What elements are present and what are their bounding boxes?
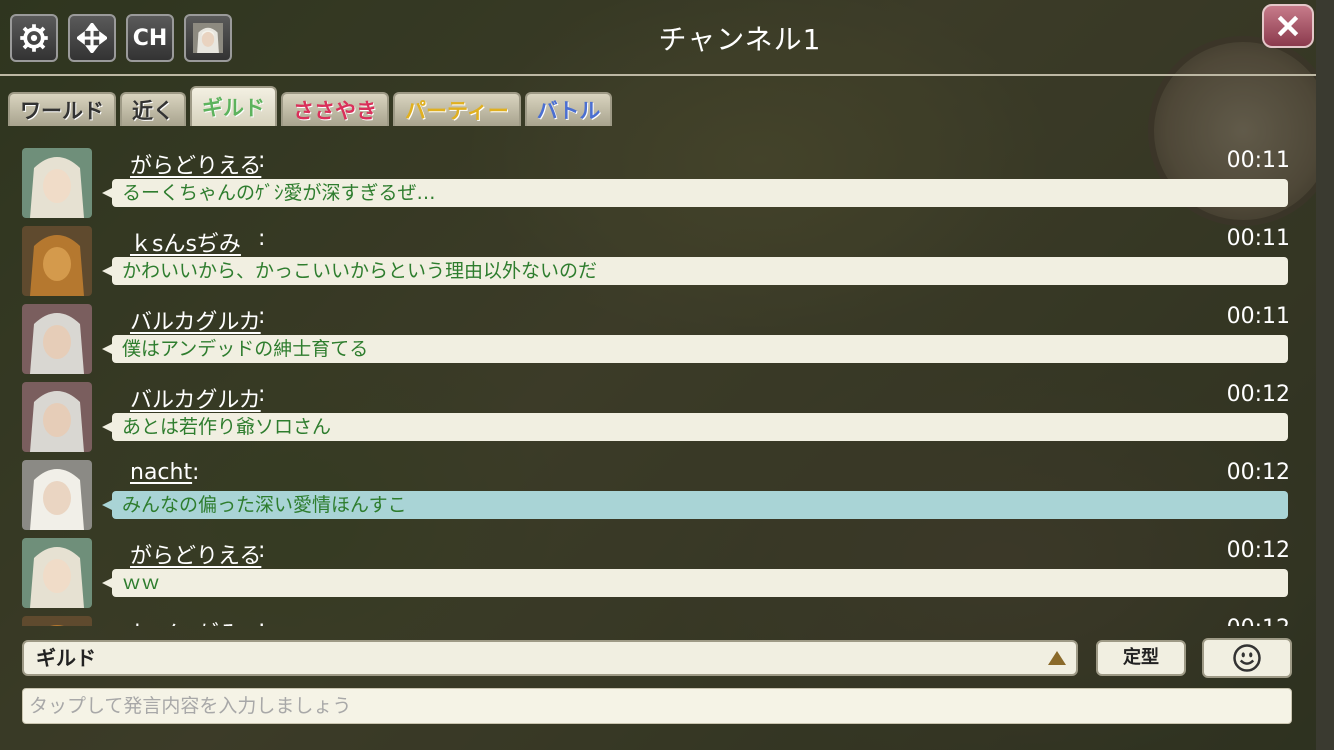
bubble-tail (102, 500, 112, 510)
bubble-tail (102, 188, 112, 198)
name-colon: : (258, 226, 266, 251)
channel-title: チャンネル1 (658, 23, 822, 56)
name-colon: : (258, 382, 266, 407)
sender-name[interactable]: ｋsんsぢみ (130, 616, 241, 626)
timestamp: 00:12 (1226, 538, 1290, 563)
tab-label: パーティー (405, 99, 509, 123)
message-text: みんなの偏った深い愛情ほんすこ (112, 491, 1288, 519)
tab-label: ワールド (20, 99, 104, 123)
bubble-tail (102, 266, 112, 276)
close-icon (1277, 15, 1299, 37)
message-text: 僕はアンデッドの紳士育てる (112, 335, 1288, 363)
tab-party[interactable]: パーティー (393, 92, 521, 126)
message-text: あとは若作り爺ソロさん (112, 413, 1288, 441)
smiley-icon (1233, 644, 1261, 672)
gear-icon (20, 24, 48, 52)
message-input[interactable] (22, 688, 1292, 724)
chat-tabs: ワールド 近く ギルド ささやき パーティー バトル (8, 86, 613, 128)
avatar (193, 23, 223, 53)
tab-label: 近く (132, 99, 174, 123)
avatar[interactable] (22, 616, 92, 626)
tab-label: バトル (536, 99, 601, 123)
chat-input-area: ギルド 定型 (0, 630, 1316, 750)
move-button[interactable] (68, 14, 116, 62)
chat-message: バルカグルカ : 00:12 あとは若作り爺ソロさん (0, 380, 1316, 458)
avatar[interactable] (22, 460, 92, 530)
preset-phrase-button[interactable]: 定型 (1096, 640, 1186, 676)
avatar[interactable] (22, 538, 92, 608)
name-colon: : (192, 460, 200, 485)
sender-name[interactable]: がらどりえる (130, 538, 261, 570)
timestamp: 00:12 (1226, 382, 1290, 407)
message-text: かわいいから、かっこいいからという理由以外ないのだ (112, 257, 1288, 285)
close-button[interactable] (1262, 4, 1314, 48)
channel-select-value: ギルド (36, 646, 96, 670)
tab-nearby[interactable]: 近く (120, 92, 186, 126)
channel-button[interactable]: CH (126, 14, 174, 62)
right-edge (1316, 0, 1334, 750)
chat-message: がらどりえる : 00:11 るーくちゃんのｹﾞｼ愛が深すぎるぜ… (0, 146, 1316, 224)
channel-select[interactable]: ギルド (22, 640, 1078, 676)
timestamp: 00:11 (1226, 304, 1290, 329)
header-divider (0, 74, 1316, 76)
sender-name[interactable]: バルカグルカ (130, 382, 261, 414)
move-icon (77, 23, 107, 53)
avatar[interactable] (22, 148, 92, 218)
timestamp: 00:11 (1226, 226, 1290, 251)
ch-icon: CH (132, 25, 168, 51)
tab-battle[interactable]: バトル (524, 92, 613, 126)
sender-name[interactable]: バルカグルカ (130, 304, 261, 336)
chat-message: ｋsんsぢみ : 00:11 かわいいから、かっこいいからという理由以外ないのだ (0, 224, 1316, 302)
avatar[interactable] (22, 382, 92, 452)
sender-name[interactable]: がらどりえる (130, 148, 261, 180)
sender-name[interactable]: nacht (130, 460, 192, 485)
bubble-tail (102, 422, 112, 432)
bubble-tail (102, 578, 112, 588)
profile-avatar-button[interactable] (184, 14, 232, 62)
chat-message: バルカグルカ : 00:11 僕はアンデッドの紳士育てる (0, 302, 1316, 380)
avatar[interactable] (22, 304, 92, 374)
message-text: ｗｗ (112, 569, 1288, 597)
tab-whisper[interactable]: ささやき (281, 92, 389, 126)
name-colon: : (258, 538, 266, 563)
message-text: るーくちゃんのｹﾞｼ愛が深すぎるぜ… (112, 179, 1288, 207)
tab-label: ささやき (293, 99, 377, 123)
emoji-button[interactable] (1202, 638, 1292, 678)
message-list[interactable]: がらどりえる : 00:11 るーくちゃんのｹﾞｼ愛が深すぎるぜ… ｋsんsぢみ… (0, 146, 1316, 626)
chat-message-own: nacht : 00:12 みんなの偏った深い愛情ほんすこ (0, 458, 1316, 536)
bubble-tail (102, 344, 112, 354)
timestamp: 00:12 (1226, 460, 1290, 485)
settings-button[interactable] (10, 14, 58, 62)
chat-header: CH チャンネル1 (0, 0, 1316, 78)
tab-guild[interactable]: ギルド (190, 86, 277, 126)
name-colon: : (258, 148, 266, 173)
name-colon: : (258, 616, 265, 626)
tab-world[interactable]: ワールド (8, 92, 116, 126)
tab-label: ギルド (202, 96, 265, 120)
chat-message: がらどりえる : 00:12 ｗｗ (0, 536, 1316, 614)
name-colon: : (258, 304, 266, 329)
chevron-up-icon (1048, 651, 1066, 665)
timestamp: 00:12 (1227, 616, 1290, 626)
chat-message: ｋsんsぢみ : 00:12 (0, 614, 1316, 626)
timestamp: 00:11 (1226, 148, 1290, 173)
avatar[interactable] (22, 226, 92, 296)
sender-name[interactable]: ｋsんsぢみ (130, 226, 241, 258)
